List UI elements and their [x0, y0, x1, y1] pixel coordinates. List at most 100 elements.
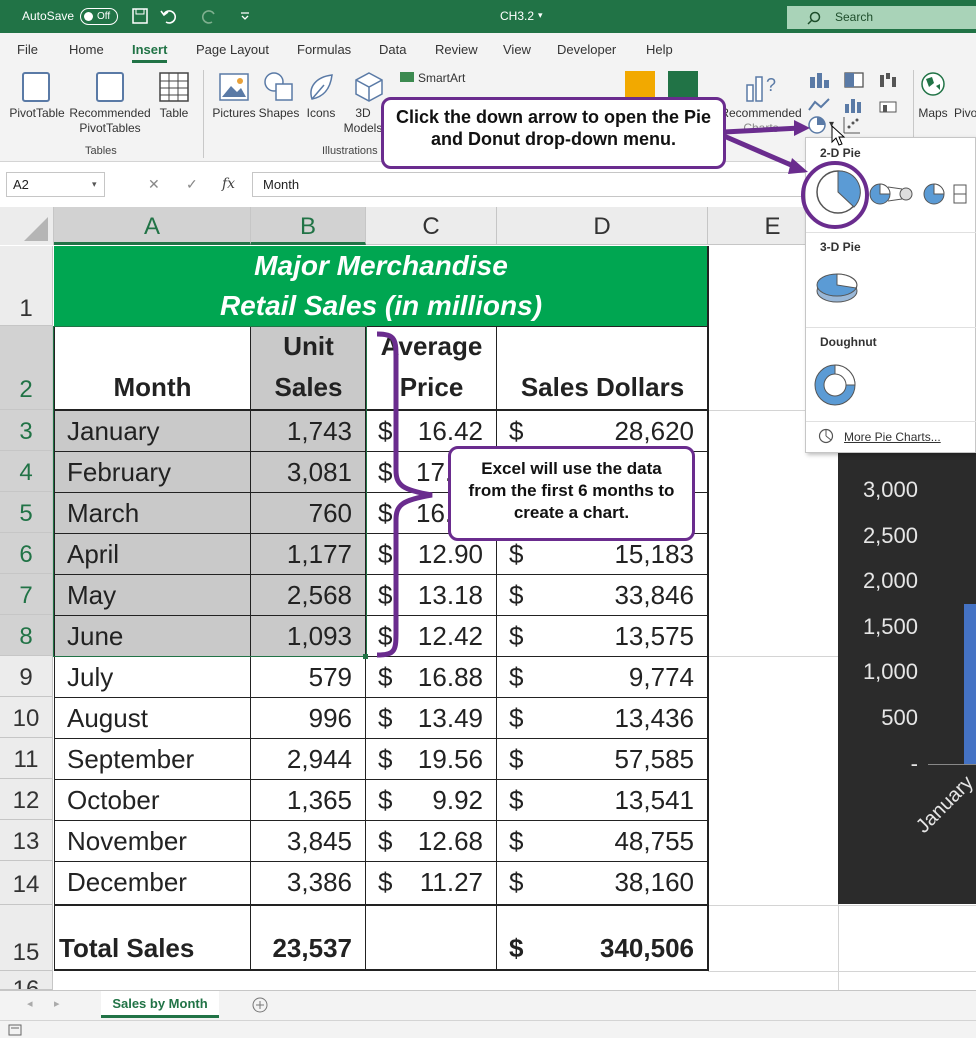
sales-dollars-cell[interactable]: 9,774 [560, 662, 694, 693]
price-cell[interactable]: 9.92 [400, 785, 483, 816]
pivotchart-button[interactable]: Pivo [954, 106, 976, 121]
scatter-chart-icon[interactable] [842, 115, 862, 135]
insert-function-button[interactable]: fx [222, 176, 235, 192]
select-all-corner[interactable] [0, 207, 54, 245]
tab-page-layout[interactable]: Page Layout [196, 42, 269, 57]
month-cell[interactable]: September [67, 744, 194, 775]
fill-handle[interactable] [363, 654, 368, 659]
tab-help[interactable]: Help [646, 42, 673, 57]
month-cell[interactable]: July [67, 662, 113, 693]
column-chart-icon[interactable] [808, 71, 830, 89]
pie-3d-option[interactable] [812, 268, 862, 310]
statistic-chart-icon[interactable] [843, 96, 865, 114]
add-sheet-icon[interactable] [252, 997, 268, 1013]
more-pie-charts-link[interactable]: More Pie Charts... [844, 430, 941, 444]
month-cell[interactable]: October [67, 785, 160, 816]
tab-view[interactable]: View [503, 42, 531, 57]
total-dollars[interactable]: 340,506 [560, 933, 694, 964]
redo-icon[interactable] [200, 8, 218, 24]
sales-dollars-cell[interactable]: 33,846 [560, 580, 694, 611]
tab-review[interactable]: Review [435, 42, 478, 57]
tab-home[interactable]: Home [69, 42, 104, 57]
sales-dollars-cell[interactable]: 13,575 [560, 621, 694, 652]
total-label[interactable]: Total Sales [59, 933, 194, 964]
column-header-a[interactable]: A [54, 207, 251, 245]
units-cell[interactable]: 579 [252, 662, 352, 693]
month-cell[interactable]: November [67, 826, 187, 857]
column-header-c[interactable]: C [366, 207, 497, 245]
recommended-pivottables-button[interactable]: Recommended PivotTables [68, 106, 152, 136]
row-header-16[interactable]: 16 [0, 971, 53, 990]
tab-file[interactable]: File [17, 42, 38, 57]
bar-of-pie-option[interactable] [922, 182, 972, 206]
table-button[interactable]: Table [155, 106, 193, 121]
units-cell[interactable]: 2,944 [252, 744, 352, 775]
sales-dollars-cell[interactable]: 13,436 [560, 703, 694, 734]
units-cell[interactable]: 996 [252, 703, 352, 734]
row-header-8[interactable]: 8 [0, 615, 53, 656]
tab-formulas[interactable]: Formulas [297, 42, 351, 57]
row-header-10[interactable]: 10 [0, 697, 53, 738]
shapes-button[interactable]: Shapes [258, 106, 300, 121]
row-header-6[interactable]: 6 [0, 533, 53, 574]
sales-dollars-cell[interactable]: 28,620 [560, 416, 694, 447]
month-cell[interactable]: August [67, 703, 148, 734]
row-header-14[interactable]: 14 [0, 861, 53, 905]
pie-of-pie-option[interactable] [868, 182, 916, 206]
price-cell[interactable]: 11.27 [400, 867, 483, 898]
total-units[interactable]: 23,537 [252, 933, 352, 964]
sales-dollars-cell[interactable]: 13,541 [560, 785, 694, 816]
units-cell[interactable]: 3,386 [252, 867, 352, 898]
combo-chart-icon[interactable] [878, 96, 900, 114]
maps-button[interactable]: Maps [913, 106, 953, 121]
pivottable-button[interactable]: PivotTable [8, 106, 66, 121]
scroll-next-sheet-icon[interactable]: ▸ [54, 997, 60, 1010]
column-header-d[interactable]: D [497, 207, 708, 245]
name-box-dropdown-icon[interactable]: ▾ [92, 179, 97, 190]
doughnut-option[interactable] [812, 362, 858, 408]
waterfall-chart-icon[interactable] [878, 71, 900, 89]
units-cell[interactable]: 3,845 [252, 826, 352, 857]
month-cell[interactable]: December [67, 867, 187, 898]
name-box[interactable]: A2 [6, 172, 105, 197]
row-header-2[interactable]: 2 [0, 326, 53, 410]
price-cell[interactable]: 12.68 [400, 826, 483, 857]
row-header-3[interactable]: 3 [0, 410, 53, 451]
row-header-11[interactable]: 11 [0, 738, 53, 779]
customize-qat-icon[interactable] [240, 11, 250, 21]
units-cell[interactable]: 1,365 [252, 785, 352, 816]
bing-maps-icon[interactable] [625, 71, 655, 99]
sales-dollars-cell[interactable]: 15,183 [560, 539, 694, 570]
price-cell[interactable]: 16.88 [400, 662, 483, 693]
tab-insert[interactable]: Insert [132, 42, 168, 63]
icons-button[interactable]: Icons [302, 106, 340, 121]
row-header-7[interactable]: 7 [0, 574, 53, 615]
save-icon[interactable] [132, 8, 148, 24]
row-header-9[interactable]: 9 [0, 656, 53, 697]
3d-models-button[interactable]: 3D Models [342, 106, 384, 136]
people-graph-icon[interactable] [668, 71, 698, 99]
sales-dollars-cell[interactable]: 48,755 [560, 826, 694, 857]
row-header-1[interactable]: 1 [0, 246, 53, 326]
row-header-5[interactable]: 5 [0, 492, 53, 533]
sales-dollars-cell[interactable]: 38,160 [560, 867, 694, 898]
smartart-button[interactable]: SmartArt [400, 71, 470, 86]
undo-icon[interactable] [160, 8, 178, 24]
row-header-4[interactable]: 4 [0, 451, 53, 492]
search-box[interactable]: Search [787, 6, 976, 29]
price-cell[interactable]: 19.56 [400, 744, 483, 775]
enter-icon[interactable]: ✓ [186, 176, 198, 193]
sales-dollars-cell[interactable]: 57,585 [560, 744, 694, 775]
column-header-b[interactable]: B [251, 207, 366, 245]
filename-chevron-icon[interactable]: ▾ [538, 10, 543, 21]
row-header-15[interactable]: 15 [0, 905, 53, 971]
macro-record-icon[interactable] [8, 1024, 22, 1036]
hierarchy-chart-icon[interactable] [843, 71, 865, 89]
scroll-prev-sheet-icon[interactable]: ◂ [27, 997, 33, 1010]
cancel-icon[interactable]: ✕ [148, 176, 160, 193]
sheet-tab-sales-by-month[interactable]: Sales by Month [101, 991, 219, 1018]
tab-developer[interactable]: Developer [557, 42, 616, 57]
tab-data[interactable]: Data [379, 42, 406, 57]
row-header-12[interactable]: 12 [0, 779, 53, 820]
pictures-button[interactable]: Pictures [211, 106, 257, 121]
